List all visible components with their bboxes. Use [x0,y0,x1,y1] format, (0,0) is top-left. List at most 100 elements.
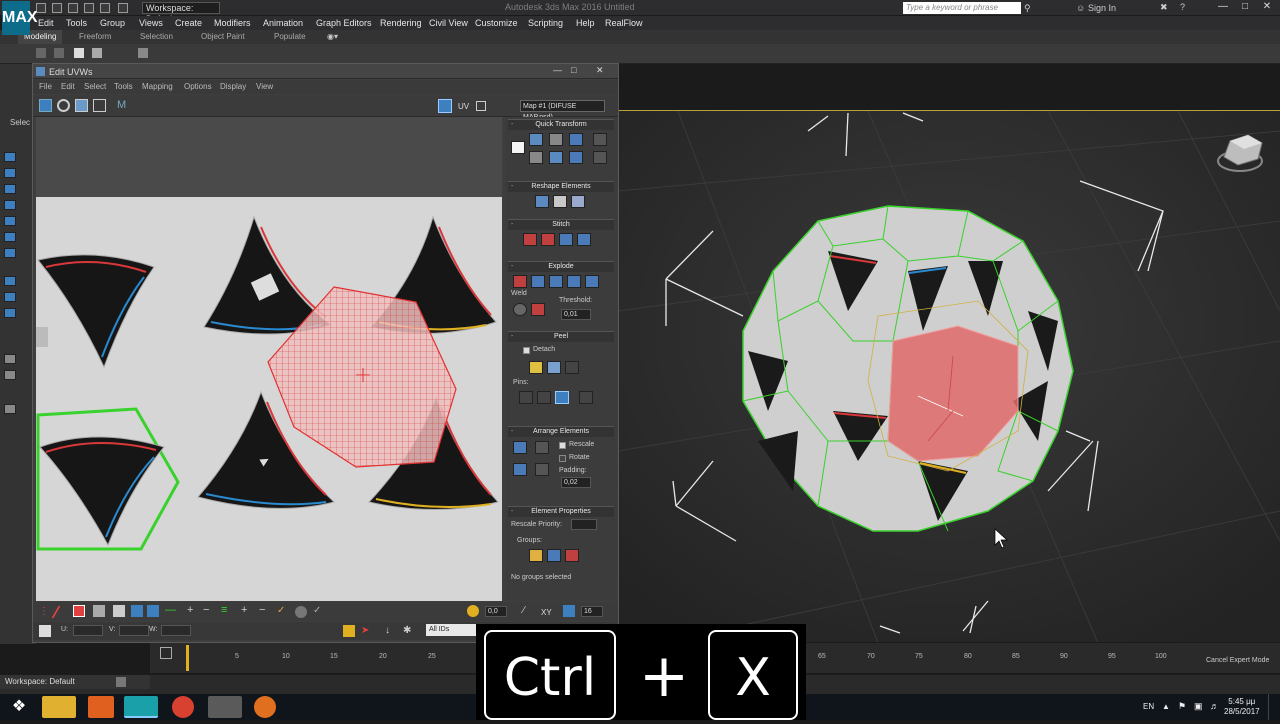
rollout-explode[interactable]: Explode [508,261,614,272]
uvw-minimize-icon[interactable]: — [553,65,562,75]
strip-tool-icon[interactable] [4,168,16,178]
menu-item-create[interactable]: Create [175,18,202,28]
ribbon-tool-icon[interactable] [54,48,64,58]
workspace-dropdown[interactable]: Workspace: Default [142,2,220,24]
menu-item-graph-editors[interactable]: Graph Editors [316,18,372,28]
undo-icon[interactable] [84,3,94,13]
rollout-peel[interactable]: Peel [508,331,614,342]
volume-icon[interactable]: ♬ [1210,701,1219,711]
close-icon[interactable]: ✕ [1254,0,1280,14]
timeline-config-icon[interactable] [160,647,172,659]
transform-pivot-icon[interactable] [511,141,525,154]
strip-tool-icon[interactable] [4,232,16,242]
peel-mode-icon[interactable] [547,361,561,374]
flatten-icon[interactable] [585,275,599,288]
paint-icon[interactable]: ✓ [277,605,289,617]
tray-chevron-icon[interactable]: ▲ [1162,702,1170,711]
vertex-mode-icon[interactable]: ⋮ [39,606,51,618]
strip-tool-icon[interactable] [4,184,16,194]
tab-selection[interactable]: Selection [140,32,173,41]
paint-select-icon[interactable] [113,605,125,617]
falloff-spinner[interactable]: 0,0 [485,606,507,617]
sketch-icon[interactable]: ∕ [523,605,535,617]
status-options-icon[interactable] [116,677,126,687]
space-icon[interactable] [593,133,607,146]
stitch-icon[interactable] [559,233,573,246]
chrome-icon[interactable] [172,696,194,718]
id-filter-dropdown[interactable]: All IDs [426,624,476,636]
windows-start-icon[interactable]: ❖ [4,696,34,718]
pin-icon[interactable] [537,391,551,404]
space-icon[interactable] [593,151,607,164]
uvw-menu-file[interactable]: File [39,82,52,91]
menu-item-rendering[interactable]: Rendering [380,18,422,28]
save-file-icon[interactable] [68,3,78,13]
flatten-icon[interactable] [549,275,563,288]
menu-item-tools[interactable]: Tools [66,18,87,28]
group-select-icon[interactable] [547,549,561,562]
strip-tool-icon[interactable] [4,276,16,286]
perspective-viewport[interactable] [618,110,1280,642]
pack-icon[interactable] [513,441,527,454]
project-folder-icon[interactable] [118,3,128,13]
break-icon[interactable] [513,275,527,288]
mirror-tool-icon[interactable]: M [117,99,130,112]
menu-item-modifiers[interactable]: Modifiers [214,18,251,28]
pin-icon[interactable] [519,391,533,404]
menu-item-realflow[interactable]: RealFlow [605,18,643,28]
strip-tool-icon[interactable] [4,216,16,226]
uvw-menu-options[interactable]: Options [184,82,212,91]
straighten-icon[interactable] [535,195,549,208]
ribbon-tool-icon[interactable] [74,48,84,58]
rotate-tool-icon[interactable] [57,99,70,112]
snap-icon[interactable] [563,605,575,617]
language-indicator[interactable]: EN [1143,702,1154,711]
edge-mode-icon[interactable] [51,606,71,618]
rollout-element-properties[interactable]: Element Properties [508,506,614,517]
move-tool-icon[interactable] [39,99,52,112]
freeze-icon[interactable]: ↓ [385,625,397,637]
search-input[interactable]: Type a keyword or phrase [903,2,1021,14]
map-dropdown[interactable]: Map #1 (DIFUSE MAP.psd) [520,100,605,121]
uvw-menu-display[interactable]: Display [220,82,246,91]
file-explorer-icon[interactable] [42,696,76,718]
menu-item-views[interactable]: Views [139,18,163,28]
align-icon[interactable] [549,151,563,164]
pack-icon[interactable] [513,463,527,476]
strip-tool-icon[interactable] [4,200,16,210]
uv-editor-canvas[interactable]: ▲ [36,117,502,601]
menu-item-edit[interactable]: Edit [38,18,54,28]
cancel-expert-mode-button[interactable]: Cancel Expert Mode [1206,657,1269,664]
rotate-cw-icon[interactable] [569,133,583,146]
rollout-quick-transform[interactable]: Quick Transform [508,119,614,130]
scale-tool-icon[interactable] [75,99,88,112]
u-field[interactable] [73,625,103,636]
select-by-element-icon[interactable] [131,605,143,617]
uvw-menu-tools[interactable]: Tools [114,82,133,91]
time-slider-handle[interactable] [186,645,189,671]
v-field[interactable] [119,625,149,636]
soft-select-icon[interactable] [295,606,307,618]
xy-label[interactable]: XY [541,608,552,617]
brush-icon[interactable]: ✓ [313,605,325,617]
ring-minus-icon[interactable]: − [259,605,271,617]
rotate-checkbox[interactable] [559,455,566,462]
strip-tool-icon[interactable] [4,404,16,414]
strip-tool-icon[interactable] [4,370,16,380]
strip-tool-icon[interactable] [4,308,16,318]
menu-item-civil-view[interactable]: Civil View [429,18,468,28]
menu-item-scripting[interactable]: Scripting [528,18,563,28]
align-icon[interactable] [549,133,563,146]
rotate-ccw-icon[interactable] [569,151,583,164]
plus-icon[interactable]: + [187,605,199,617]
pack-icon[interactable] [535,463,549,476]
minus-icon[interactable]: − [203,605,215,617]
select-by-element-icon[interactable] [147,605,159,617]
quick-peel-icon[interactable] [529,361,543,374]
rollout-reshape[interactable]: Reshape Elements [508,181,614,192]
detach-icon[interactable] [531,275,545,288]
relax-until-flat-icon[interactable] [571,195,585,208]
filter-icon[interactable]: ✱ [403,625,415,637]
strip-tool-icon[interactable] [4,354,16,364]
hide-icon[interactable]: ➤ [361,625,373,637]
